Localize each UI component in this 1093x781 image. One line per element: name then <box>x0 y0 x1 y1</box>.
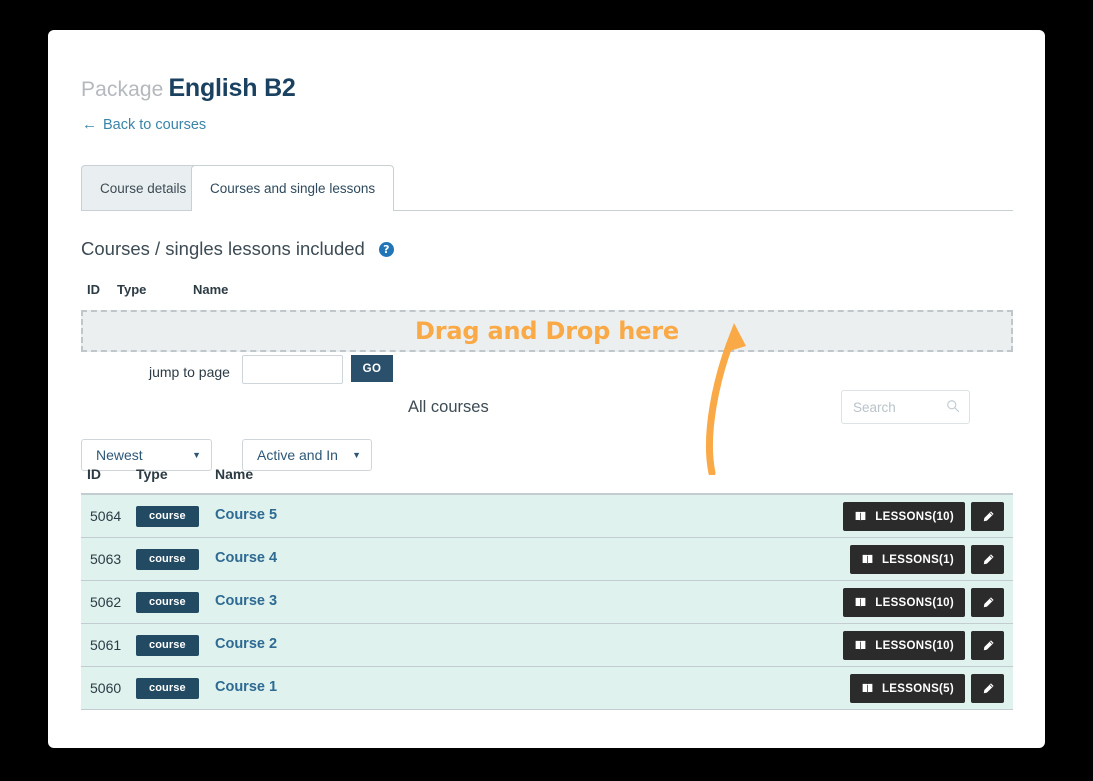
lessons-button[interactable]: LESSONS(1) <box>849 545 965 574</box>
course-name-link[interactable]: Course 5 <box>215 507 277 523</box>
course-name-link[interactable]: Course 1 <box>215 679 277 695</box>
page-title-label: Package <box>81 78 164 101</box>
row-id: 5061 <box>90 637 122 653</box>
book-icon <box>862 683 873 693</box>
course-name-link[interactable]: Course 2 <box>215 636 277 652</box>
tab-courses-and-single-lessons[interactable]: Courses and single lessons <box>191 165 395 211</box>
pagination-controls: jump to page GO <box>81 355 581 389</box>
tab-courses-and-single-lessons-label: Courses and single lessons <box>210 181 376 196</box>
type-badge: course <box>136 549 199 570</box>
back-to-courses-label: Back to courses <box>103 117 207 133</box>
chevron-down-icon: ▼ <box>352 450 361 460</box>
status-select-value: Active and In <box>257 447 338 463</box>
tab-course-details[interactable]: Course details <box>81 165 206 210</box>
go-button[interactable]: GO <box>351 355 393 382</box>
courses-column-type: Type <box>136 466 168 482</box>
edit-button[interactable] <box>971 631 1004 660</box>
included-column-id: ID <box>87 282 100 297</box>
included-section-heading-label: Courses / singles lessons included <box>81 238 365 259</box>
book-icon <box>862 554 873 564</box>
lessons-button-label: LESSONS(10) <box>875 596 954 609</box>
page-title: Package English B2 <box>81 74 296 103</box>
edit-button[interactable] <box>971 545 1004 574</box>
sort-select-value: Newest <box>96 447 143 463</box>
jump-to-page-label: jump to page <box>149 364 230 380</box>
table-row: 5064 course Course 5 LESSONS(10) <box>81 495 1013 538</box>
lessons-button[interactable]: LESSONS(10) <box>843 502 965 531</box>
pencil-icon <box>983 639 994 650</box>
lessons-button-label: LESSONS(5) <box>881 682 954 695</box>
row-id: 5064 <box>90 508 122 524</box>
included-table-header: ID Type Name <box>81 282 1013 304</box>
courses-column-id: ID <box>87 466 101 482</box>
included-column-type: Type <box>117 282 147 297</box>
jump-to-page-input[interactable] <box>242 355 343 384</box>
lessons-button[interactable]: LESSONS(5) <box>849 674 965 703</box>
search-input[interactable] <box>842 391 946 423</box>
table-row: 5061 course Course 2 LESSONS(10) <box>81 624 1013 667</box>
drag-and-drop-label: Drag and Drop here <box>415 317 679 345</box>
chevron-down-icon: ▼ <box>192 450 201 460</box>
arrow-left-icon: ← <box>82 116 97 133</box>
row-id: 5063 <box>90 551 122 567</box>
back-to-courses-link[interactable]: ← Back to courses <box>82 116 206 133</box>
book-icon <box>855 511 866 521</box>
lessons-button[interactable]: LESSONS(10) <box>843 588 965 617</box>
book-icon <box>855 640 866 650</box>
search-box[interactable] <box>841 390 970 424</box>
type-badge: course <box>136 678 199 699</box>
table-row: 5063 course Course 4 LESSONS(1) <box>81 538 1013 581</box>
lessons-button-label: LESSONS(10) <box>875 639 954 652</box>
type-badge: course <box>136 635 199 656</box>
courses-column-name: Name <box>215 466 254 482</box>
courses-table-body: 5064 course Course 5 LESSONS(10) 5063 course C… <box>81 493 1013 710</box>
book-icon <box>855 597 866 607</box>
lessons-button[interactable]: LESSONS(10) <box>843 631 965 660</box>
table-row: 5062 course Course 3 LESSONS(10) <box>81 581 1013 624</box>
all-courses-heading: All courses <box>408 398 489 416</box>
tab-course-details-label: Course details <box>100 180 187 196</box>
drag-and-drop-zone[interactable]: Drag and Drop here <box>81 310 1013 352</box>
course-name-link[interactable]: Course 3 <box>215 593 277 609</box>
row-id: 5062 <box>90 594 122 610</box>
pencil-icon <box>983 553 994 564</box>
help-circle-icon[interactable]: ? <box>378 241 394 257</box>
edit-button[interactable] <box>971 588 1004 617</box>
page-card: Package English B2 ← Back to courses Cours… <box>48 30 1045 748</box>
page-title-value: English B2 <box>168 74 296 102</box>
included-column-name: Name <box>193 282 229 297</box>
type-badge: course <box>136 592 199 613</box>
type-badge: course <box>136 506 199 527</box>
row-id: 5060 <box>90 680 122 696</box>
search-icon <box>947 400 960 413</box>
lessons-button-label: LESSONS(1) <box>881 553 954 566</box>
edit-button[interactable] <box>971 502 1004 531</box>
pencil-icon <box>983 510 994 521</box>
courses-table-header: ID Type Name <box>81 466 1013 490</box>
pencil-icon <box>983 596 994 607</box>
course-name-link[interactable]: Course 4 <box>215 550 277 566</box>
table-row: 5060 course Course 1 LESSONS(5) <box>81 667 1013 710</box>
lessons-button-label: LESSONS(10) <box>875 510 954 523</box>
tab-bar: Course details Courses and single lesson… <box>81 165 1013 211</box>
pencil-icon <box>983 682 994 693</box>
edit-button[interactable] <box>971 674 1004 703</box>
included-section-heading: Courses / singles lessons included ? <box>81 238 394 260</box>
